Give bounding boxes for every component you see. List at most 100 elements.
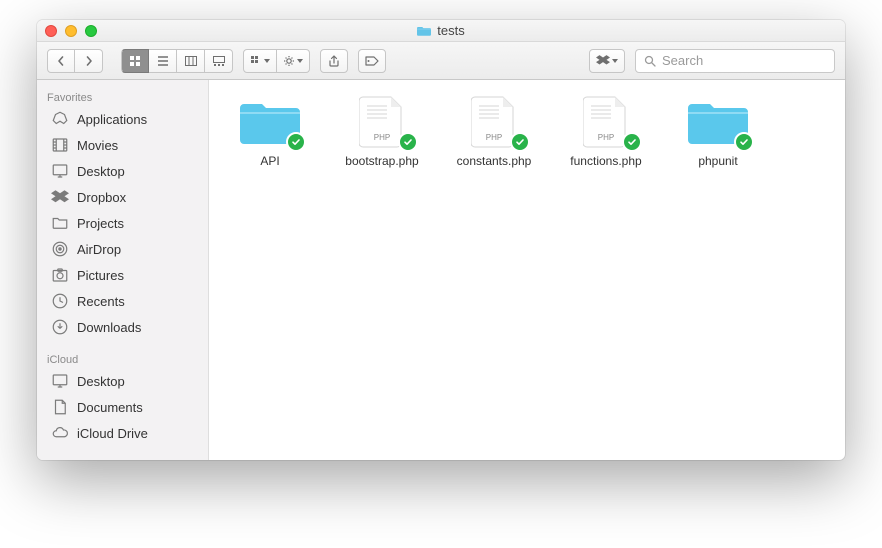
column-view-button[interactable] [177, 49, 205, 73]
recents-icon [51, 292, 69, 310]
nav-buttons [47, 49, 103, 73]
sidebar-item-icloud-desktop[interactable]: Desktop [37, 368, 208, 394]
sidebar-item-label: Movies [77, 138, 118, 153]
grid-icon [129, 55, 141, 67]
sidebar-item-label: Documents [77, 400, 143, 415]
list-view-button[interactable] [149, 49, 177, 73]
back-button[interactable] [47, 49, 75, 73]
finder-window: tests Search Favorites Applications [37, 20, 845, 460]
svg-text:PHP: PHP [486, 133, 502, 142]
sidebar-item-downloads[interactable]: Downloads [37, 314, 208, 340]
chevron-right-icon [84, 56, 94, 66]
minimize-button[interactable] [65, 25, 77, 37]
sidebar-item-label: AirDrop [77, 242, 121, 257]
chevron-left-icon [56, 56, 66, 66]
content-area[interactable]: API PHP bootstrap.php PHP constants.php … [209, 80, 845, 460]
desktop-icon [51, 162, 69, 180]
sidebar-item-recents[interactable]: Recents [37, 288, 208, 314]
dropbox-icon [596, 54, 610, 68]
search-placeholder: Search [662, 53, 703, 68]
airdrop-icon [51, 240, 69, 258]
documents-icon [51, 398, 69, 416]
sidebar-item-airdrop[interactable]: AirDrop [37, 236, 208, 262]
file-label: bootstrap.php [345, 154, 418, 168]
file-item[interactable]: PHP constants.php [453, 96, 535, 168]
arrange-button[interactable] [243, 49, 277, 73]
titlebar[interactable]: tests [37, 20, 845, 42]
zoom-button[interactable] [85, 25, 97, 37]
file-icon-wrap: PHP [574, 96, 638, 148]
sidebar-item-label: iCloud Drive [77, 426, 148, 441]
chevron-down-icon [264, 59, 270, 63]
arrange-buttons [243, 49, 310, 73]
traffic-lights [45, 25, 97, 37]
sidebar-item-documents[interactable]: Documents [37, 394, 208, 420]
sidebar-item-label: Desktop [77, 374, 125, 389]
tags-button[interactable] [358, 49, 386, 73]
list-icon [157, 55, 169, 67]
columns-icon [185, 55, 197, 67]
sidebar-item-desktop[interactable]: Desktop [37, 158, 208, 184]
sidebar-item-projects[interactable]: Projects [37, 210, 208, 236]
sync-badge-icon [622, 132, 642, 152]
file-item[interactable]: PHP bootstrap.php [341, 96, 423, 168]
share-icon [328, 55, 340, 67]
tag-icon [365, 56, 379, 66]
sidebar-item-icloud-drive[interactable]: iCloud Drive [37, 420, 208, 446]
icon-view-button[interactable] [121, 49, 149, 73]
sidebar-item-applications[interactable]: Applications [37, 106, 208, 132]
file-label: phpunit [698, 154, 737, 168]
sidebar-item-label: Recents [77, 294, 125, 309]
file-icon-wrap [238, 96, 302, 148]
gallery-icon [213, 55, 225, 67]
sync-badge-icon [286, 132, 306, 152]
sidebar-item-label: Desktop [77, 164, 125, 179]
dropbox-icon [51, 188, 69, 206]
gear-icon [283, 55, 295, 67]
file-icon-wrap: PHP [462, 96, 526, 148]
svg-text:PHP: PHP [598, 133, 614, 142]
sidebar[interactable]: Favorites Applications Movies Desktop Dr… [37, 80, 209, 460]
dropbox-toolbar-button[interactable] [589, 49, 625, 73]
svg-text:PHP: PHP [374, 133, 390, 142]
icloud-icon [51, 424, 69, 442]
applications-icon [51, 110, 69, 128]
file-icon-wrap: PHP [350, 96, 414, 148]
sidebar-item-label: Downloads [77, 320, 141, 335]
sidebar-section-icloud: iCloud [37, 348, 208, 368]
sidebar-item-label: Dropbox [77, 190, 126, 205]
file-item[interactable]: PHP functions.php [565, 96, 647, 168]
file-label: constants.php [457, 154, 532, 168]
file-icon-wrap [686, 96, 750, 148]
window-title-text: tests [437, 23, 464, 38]
sidebar-item-pictures[interactable]: Pictures [37, 262, 208, 288]
close-button[interactable] [45, 25, 57, 37]
movies-icon [51, 136, 69, 154]
sync-badge-icon [398, 132, 418, 152]
folder-icon [51, 214, 69, 232]
sidebar-item-label: Projects [77, 216, 124, 231]
file-label: API [260, 154, 279, 168]
window-body: Favorites Applications Movies Desktop Dr… [37, 80, 845, 460]
file-item[interactable]: phpunit [677, 96, 759, 168]
pictures-icon [51, 266, 69, 284]
window-title: tests [37, 23, 845, 38]
view-buttons [121, 49, 233, 73]
search-field[interactable]: Search [635, 49, 835, 73]
sidebar-item-dropbox[interactable]: Dropbox [37, 184, 208, 210]
search-icon [644, 55, 656, 67]
share-button[interactable] [320, 49, 348, 73]
sidebar-item-movies[interactable]: Movies [37, 132, 208, 158]
sync-badge-icon [734, 132, 754, 152]
chevron-down-icon [297, 59, 303, 63]
desktop-icon [51, 372, 69, 390]
file-item[interactable]: API [229, 96, 311, 168]
sidebar-item-label: Pictures [77, 268, 124, 283]
gallery-view-button[interactable] [205, 49, 233, 73]
folder-title-icon [417, 25, 431, 36]
action-button[interactable] [277, 49, 310, 73]
arrange-icon [250, 55, 262, 67]
sidebar-section-favorites: Favorites [37, 86, 208, 106]
file-label: functions.php [570, 154, 641, 168]
forward-button[interactable] [75, 49, 103, 73]
